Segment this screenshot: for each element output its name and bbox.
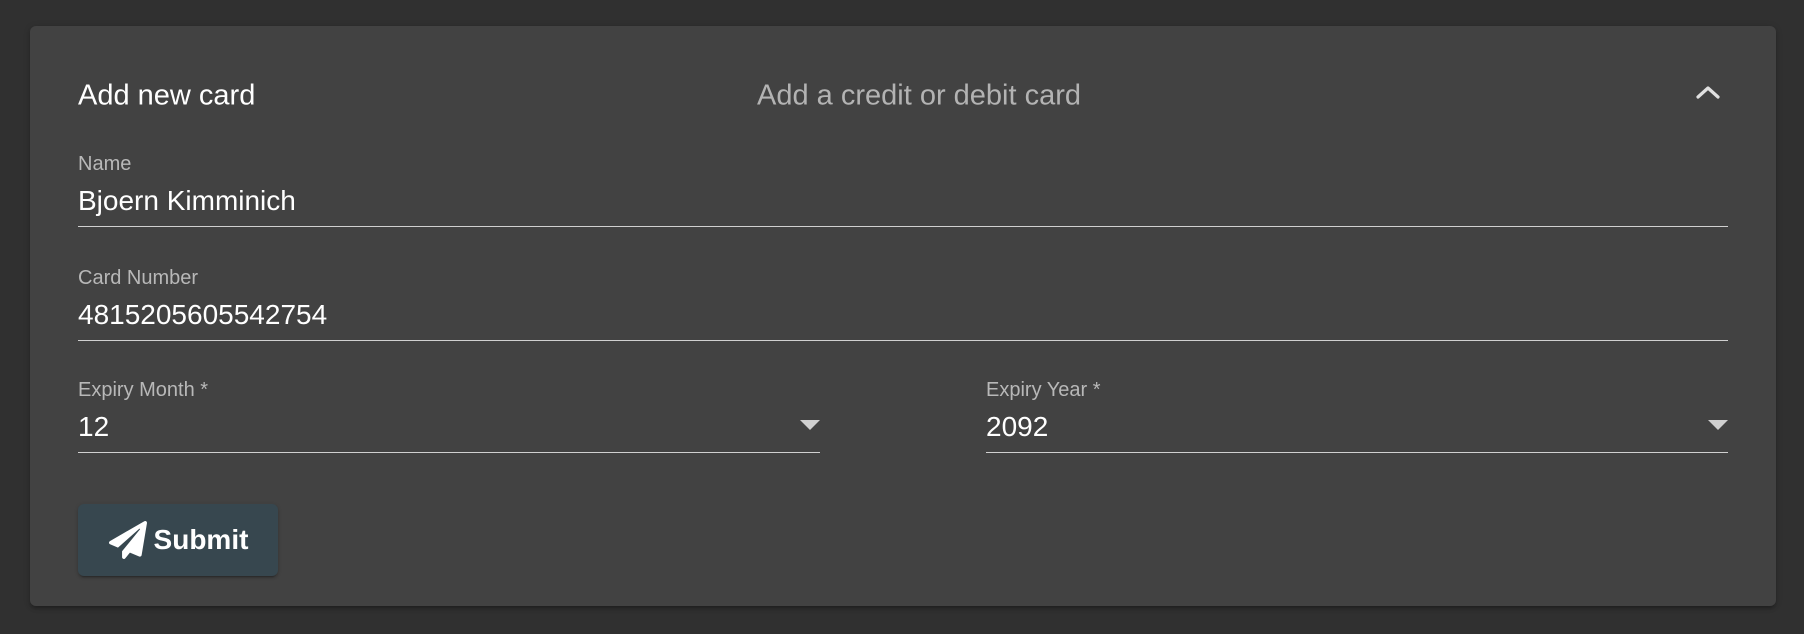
expiry-month-underline bbox=[78, 452, 820, 453]
expiry-month-select[interactable]: Expiry Month * 12 bbox=[78, 378, 820, 458]
expiry-month-value: 12 bbox=[78, 411, 110, 442]
add-card-panel: Add new card Add a credit or debit card … bbox=[30, 26, 1776, 606]
submit-button[interactable]: Submit bbox=[78, 504, 278, 576]
submit-label: Submit bbox=[153, 524, 249, 555]
paper-plane-icon bbox=[108, 520, 148, 560]
panel-header[interactable]: Add new card Add a credit or debit card bbox=[78, 66, 1728, 114]
card-number-underline bbox=[78, 340, 1728, 341]
name-field[interactable]: Name bbox=[78, 152, 1728, 232]
panel-description: Add a credit or debit card bbox=[757, 79, 1082, 112]
name-label: Name bbox=[78, 153, 132, 175]
card-number-input[interactable] bbox=[78, 298, 1728, 332]
expiry-year-value: 2092 bbox=[986, 411, 1049, 442]
name-underline bbox=[78, 226, 1728, 227]
dropdown-arrow-icon bbox=[800, 420, 820, 430]
card-number-label: Card Number bbox=[78, 267, 199, 289]
name-input[interactable] bbox=[78, 184, 1728, 218]
dropdown-arrow-icon bbox=[1708, 420, 1728, 430]
expiry-year-underline bbox=[986, 452, 1728, 453]
card-number-field[interactable]: Card Number bbox=[78, 266, 1728, 346]
panel-title: Add new card bbox=[78, 79, 256, 112]
chevron-up-icon[interactable] bbox=[1688, 72, 1728, 112]
expiry-month-label: Expiry Month * bbox=[78, 379, 209, 401]
expiry-year-label: Expiry Year * bbox=[986, 379, 1101, 401]
expiry-year-select[interactable]: Expiry Year * 2092 bbox=[986, 378, 1728, 458]
